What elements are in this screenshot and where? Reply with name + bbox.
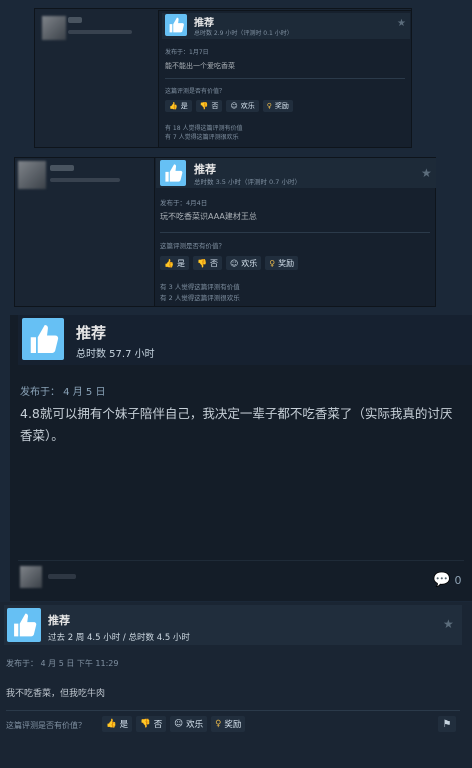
vote-yes-button[interactable]: 👍 是 xyxy=(102,716,133,732)
smile-icon: ☺ xyxy=(174,719,184,729)
helpful-question: 这篇评测是否有价值？ xyxy=(160,242,225,250)
username xyxy=(50,165,74,171)
review-title: 推荐 xyxy=(48,614,70,627)
vote-yes-button[interactable]: 👍 是 xyxy=(165,100,192,112)
review-hours: 过去 2 周 4.5 小时 / 总时数 4.5 小时 xyxy=(48,633,190,643)
thumbs-up-icon: 👍 xyxy=(106,719,117,729)
vote-buttons: 👍 是 👎 否 ☺ 欢乐 ♀ 奖励 xyxy=(102,716,246,732)
award-button[interactable]: ♀ 奖励 xyxy=(211,716,246,732)
vote-buttons: 👍 是 👎 否 ☺ 欢乐 ♀ 奖励 xyxy=(165,100,293,112)
vote-no-button[interactable]: 👎 否 xyxy=(195,100,223,112)
thumbs-up-icon xyxy=(7,608,41,642)
vote-funny-button[interactable]: ☺ 欢乐 xyxy=(170,716,208,732)
vote-buttons: 👍 是 👎 否 ☺ 欢乐 ♀ 奖励 xyxy=(160,256,299,270)
vote-no-button[interactable]: 👎 否 xyxy=(192,256,222,270)
thumbs-up-icon: 👍 xyxy=(164,258,174,268)
funny-stat: 有 2 人觉得这篇评测很欢乐 xyxy=(160,294,240,302)
comment-count[interactable]: 💬 0 xyxy=(433,572,461,588)
award-button[interactable]: ♀ 奖励 xyxy=(262,100,293,112)
vote-yes-button[interactable]: 👍 是 xyxy=(160,256,189,270)
review-text: 4.8就可以拥有个妹子陪伴自己，我决定一辈子都不吃香菜了（实际我真的讨厌香菜）。 xyxy=(20,406,453,443)
flag-icon: ⚑ xyxy=(442,718,452,730)
username xyxy=(68,17,82,23)
thumbs-down-icon: 👎 xyxy=(196,258,207,268)
user-meta xyxy=(50,178,120,182)
divider xyxy=(6,710,460,711)
review-text: 玩不吃香菜识AAA建材王总 xyxy=(160,212,257,221)
divider xyxy=(18,560,464,561)
award-icon: ♀ xyxy=(269,258,276,268)
comment-icon: 💬 xyxy=(433,572,451,588)
award-button[interactable]: ♀ 奖励 xyxy=(265,256,299,270)
review-posted-date: 发布于：4月4日 xyxy=(160,199,208,207)
helpful-stat: 有 3 人觉得这篇评测有价值 xyxy=(160,283,240,291)
thumbs-up-icon: 👍 xyxy=(169,102,178,110)
vote-funny-button[interactable]: ☺ 欢乐 xyxy=(226,100,259,112)
report-flag-button[interactable]: ⚑ xyxy=(438,716,456,732)
star-icon[interactable]: ★ xyxy=(397,18,406,29)
star-icon[interactable]: ★ xyxy=(421,166,432,180)
thumbs-down-icon: 👎 xyxy=(140,719,151,729)
helpful-question: 这篇评测是否有价值？ xyxy=(6,721,86,730)
review-hours: 总时数 2.9 小时（评测时 0.1 小时） xyxy=(194,30,293,37)
thumbs-up-icon xyxy=(165,14,187,36)
smile-icon: ☺ xyxy=(230,102,238,110)
award-icon: ♀ xyxy=(266,102,272,110)
commenter-name xyxy=(48,574,76,579)
avatar xyxy=(42,16,66,40)
review-posted-date: 发布于： 4 月 5 日 下午 11:29 xyxy=(6,659,119,668)
review-text: 能不能出一个爱吃香菜 xyxy=(165,62,235,70)
review-title: 推荐 xyxy=(194,163,216,176)
review-posted-date: 发布于：1月7日 xyxy=(165,49,209,56)
review-title: 推荐 xyxy=(76,324,107,342)
helpful-stat: 有 18 人觉得这篇评测有价值 xyxy=(165,125,243,132)
review-hours: 总时数 57.7 小时 xyxy=(76,349,155,360)
user-meta xyxy=(68,30,132,34)
vote-funny-button[interactable]: ☺ 欢乐 xyxy=(225,256,262,270)
divider xyxy=(165,78,405,79)
thumbs-up-icon xyxy=(160,160,186,186)
avatar xyxy=(20,566,42,588)
review-hours: 总时数 3.5 小时（评测时 0.7 小时） xyxy=(194,178,301,186)
avatar xyxy=(18,161,46,189)
smile-icon: ☺ xyxy=(229,258,239,268)
vote-no-button[interactable]: 👎 否 xyxy=(136,716,167,732)
review-posted-date: 发布于： 4 月 5 日 xyxy=(20,387,106,398)
funny-stat: 有 7 人觉得这篇评测很欢乐 xyxy=(165,134,239,141)
review-text: 我不吃香菜，但我吃牛肉 xyxy=(6,689,106,699)
thumbs-up-icon xyxy=(22,318,64,360)
thumbs-down-icon: 👎 xyxy=(199,102,209,110)
divider xyxy=(160,232,430,233)
award-icon: ♀ xyxy=(215,719,222,729)
star-icon[interactable]: ★ xyxy=(443,617,454,631)
review-title: 推荐 xyxy=(194,18,214,29)
helpful-question: 这篇评测是否有价值？ xyxy=(165,88,226,95)
